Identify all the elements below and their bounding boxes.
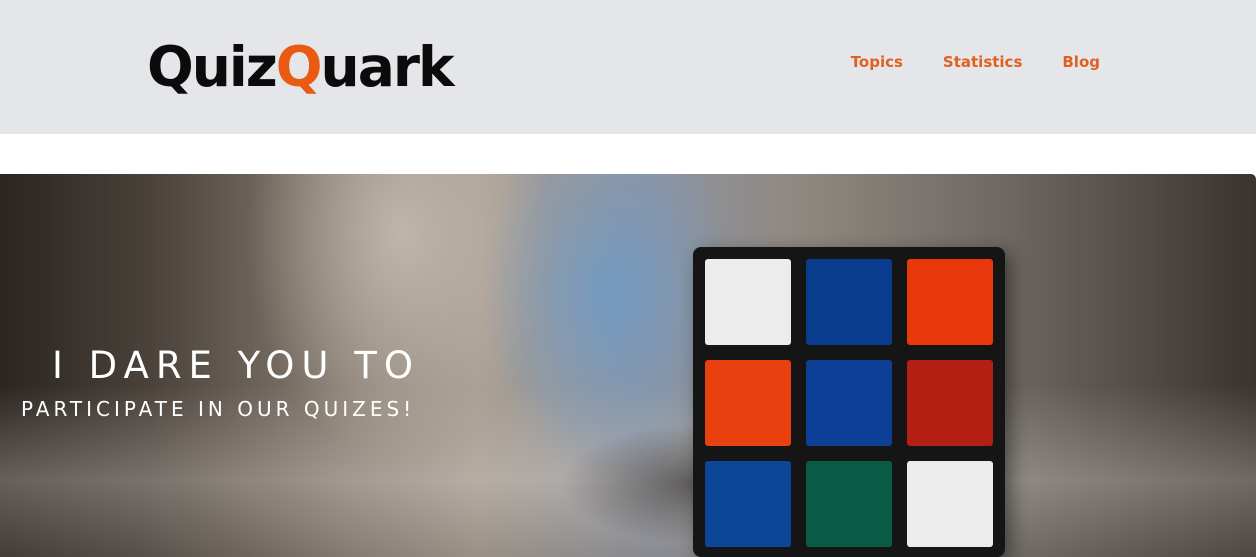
- hero-banner: I DARE YOU TO PARTICIPATE IN OUR QUIZES!: [0, 174, 1256, 557]
- hero-subheading: PARTICIPATE IN OUR QUIZES!: [21, 397, 416, 421]
- cube-sticker: [705, 461, 791, 547]
- nav-link-topics[interactable]: Topics: [851, 52, 903, 72]
- cube-sticker: [907, 360, 993, 446]
- logo-text-accent: Q: [275, 35, 323, 99]
- cube-sticker: [806, 259, 892, 345]
- rubiks-cube-image: [693, 247, 1005, 557]
- cube-sticker: [806, 461, 892, 547]
- cube-sticker: [705, 259, 791, 345]
- logo[interactable]: QuizQuark: [147, 32, 455, 102]
- cube-sticker: [705, 360, 791, 446]
- hero-heading: I DARE YOU TO: [52, 344, 420, 387]
- nav-link-blog[interactable]: Blog: [1062, 52, 1100, 72]
- nav-link-statistics[interactable]: Statistics: [943, 52, 1022, 72]
- site-header: QuizQuark Topics Statistics Blog: [0, 0, 1256, 134]
- main-nav: Topics Statistics Blog: [851, 52, 1100, 72]
- logo-text-start: Quiz: [147, 35, 278, 99]
- cube-sticker: [806, 360, 892, 446]
- cube-sticker: [907, 259, 993, 345]
- logo-text-end: uark: [320, 35, 455, 99]
- cube-sticker: [907, 461, 993, 547]
